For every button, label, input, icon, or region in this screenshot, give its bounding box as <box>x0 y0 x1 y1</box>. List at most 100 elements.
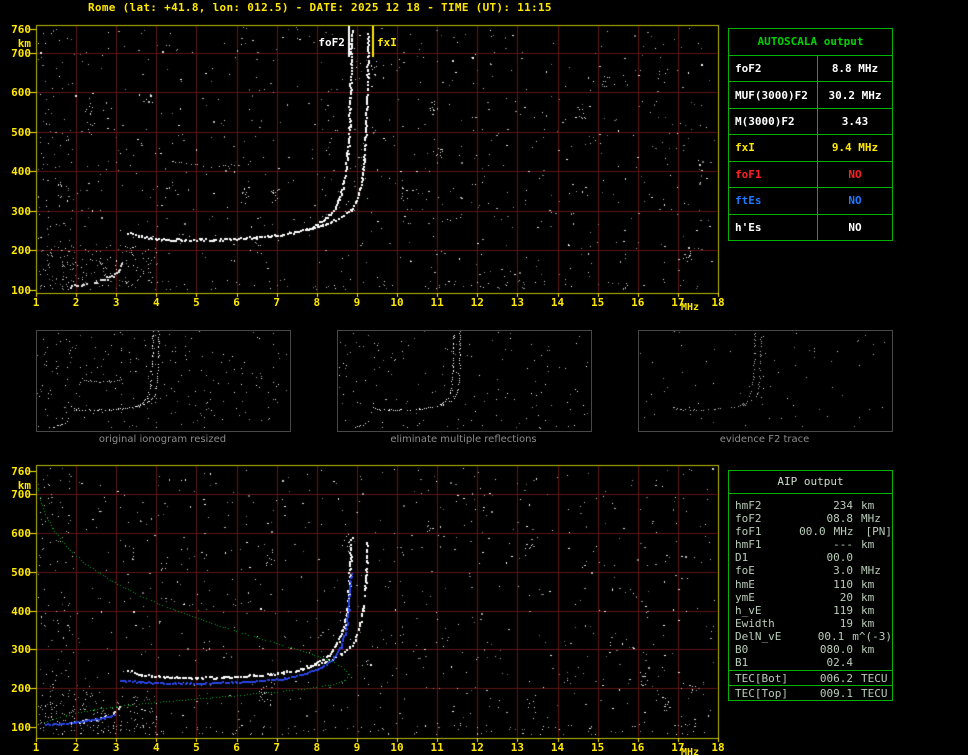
x-tick-label: 11 <box>430 741 444 754</box>
aip-row-hve: h_vE 119 km <box>735 604 892 617</box>
autoscala-row-fxi: fxI 9.4 MHz <box>729 135 892 162</box>
x-tick-label: 16 <box>631 741 645 754</box>
aip-tec-unit: TECU <box>861 686 888 700</box>
x-tick-label: 10 <box>390 296 404 309</box>
aip-tec-unit: TECU <box>861 671 888 685</box>
aip-row-unit: km <box>861 643 875 657</box>
annotation-fxi-label: fxI <box>376 36 397 49</box>
aip-tec-row-1: TEC[Top] 009.1 TECU <box>729 685 892 700</box>
aip-row-fof1: foF1 00.0 MHz [PN] <box>735 525 892 538</box>
autoscala-row-label: ftEs <box>729 188 818 214</box>
aip-row-hmf2: hmF2 234 km <box>735 499 892 512</box>
aip-output-table: AIP output hmF2 234 km foF2 08.8 MHz foF1 00.0 M… <box>728 470 893 701</box>
autoscala-row-label: foF2 <box>729 56 818 82</box>
aip-row-yme: ymE 20 km <box>735 591 892 604</box>
aip-row-label: hmF1 <box>735 538 762 552</box>
aip-row-d1: D1 00.0 <box>735 551 892 564</box>
aip-row-ewidth: Ewidth 19 km <box>735 617 892 630</box>
autoscala-row-fof1: foF1 NO <box>729 161 892 189</box>
aip-row-unit: km <box>861 616 875 630</box>
y-axis-unit-label: km <box>17 37 31 50</box>
x-tick-label: 16 <box>631 296 645 309</box>
aip-row-label: hmE <box>735 577 755 591</box>
aip-table-tec-rows: TEC[Bot] 006.2 TECU TEC[Top] 009.1 TECU <box>729 670 892 700</box>
aip-row-b1: B1 02.4 <box>735 656 892 669</box>
aip-row-label: B0 <box>735 643 749 657</box>
autoscala-row-value: 9.4 MHz <box>831 141 879 155</box>
aip-row-value: 080.0 <box>819 643 853 657</box>
x-tick-label: 12 <box>470 296 484 309</box>
aip-tec-label: TEC[Top] <box>735 686 788 700</box>
autoscala-output-table: AUTOSCALA output foF2 8.8 MHz MUF(3000)F2 3… <box>728 28 893 241</box>
aip-row-value: 00.0 <box>826 551 854 565</box>
aip-row-value: 00.0 <box>799 525 826 539</box>
page-title: Rome (lat: +41.8, lon: 012.5) - DATE: 20… <box>88 1 552 14</box>
aip-row-label: foE <box>735 564 755 578</box>
x-tick-label: 5 <box>193 296 200 309</box>
autoscala-row-label: foF1 <box>729 161 818 188</box>
autoscala-screen: Rome (lat: +41.8, lon: 012.5) - DATE: 20… <box>0 0 968 755</box>
x-tick-label: 4 <box>153 741 160 754</box>
aip-table-title: AIP output <box>729 471 892 494</box>
x-tick-label: 7 <box>273 296 281 309</box>
aip-row-value: 234 <box>833 499 853 512</box>
aip-tec-row-0: TEC[Bot] 006.2 TECU <box>729 670 892 685</box>
aip-row-value: 3.0 <box>833 564 853 578</box>
x-tick-label: 1 <box>32 296 40 309</box>
thumbnail-caption: eliminate multiple reflections <box>390 434 537 445</box>
aip-tec-label: TEC[Bot] <box>735 671 788 685</box>
y-tick-label: 600 <box>11 86 31 100</box>
x-tick-label: 14 <box>550 296 565 309</box>
aip-row-label: h_vE <box>735 603 762 617</box>
aip-row-value: 110 <box>833 577 853 591</box>
autoscala-row-value: NO <box>848 220 862 234</box>
autoscala-row-ftes: ftEs NO <box>729 188 892 215</box>
autoscala-row-muf3000f2: MUF(3000)F2 30.2 MHz <box>729 82 892 109</box>
aip-row-value: 19 <box>839 616 853 630</box>
x-tick-label: 1 <box>32 741 40 754</box>
aip-row-hmf1: hmF1 --- km <box>735 538 892 551</box>
x-tick-label: 13 <box>510 296 525 309</box>
x-tick-label: 15 <box>591 296 605 309</box>
autoscala-table-rows: foF2 8.8 MHz MUF(3000)F2 30.2 MHz M(3000)F2 3… <box>729 56 892 240</box>
aip-row-unit: km <box>861 577 875 591</box>
autoscala-row-m3000f2: M(3000)F2 3.43 <box>729 108 892 136</box>
y-tick-label: 100 <box>11 721 31 734</box>
aip-row-label: Ewidth <box>735 616 775 630</box>
x-tick-label: 12 <box>470 741 484 754</box>
aip-tec-value: 006.2 <box>819 671 853 685</box>
autoscala-row-value: NO <box>848 194 862 208</box>
autoscala-table-title: AUTOSCALA output <box>729 29 892 56</box>
aip-row-label: B1 <box>735 656 749 670</box>
x-tick-label: 8 <box>313 296 321 309</box>
x-tick-label: 7 <box>273 741 281 754</box>
aip-row-unit: m^(-3) <box>852 629 892 643</box>
x-tick-label: 14 <box>550 741 565 754</box>
autoscala-row-label: h'Es <box>729 214 818 240</box>
y-tick-label: 760 <box>11 23 31 36</box>
aip-row-unit: MHz <box>833 525 854 539</box>
x-tick-label: 9 <box>353 296 361 309</box>
aip-row-label: D1 <box>735 551 749 565</box>
aip-row-label: hmF2 <box>735 499 762 512</box>
annotation-fof2-label: foF2 <box>318 36 345 49</box>
aip-row-delnve: DelN_vE 00.1 m^(-3) <box>735 630 892 643</box>
x-tick-label: 15 <box>591 741 605 754</box>
y-tick-label: 400 <box>11 165 31 179</box>
aip-row-b0: B0 080.0 km <box>735 643 892 656</box>
x-tick-label: 6 <box>233 741 240 754</box>
aip-row-value: 02.4 <box>826 656 854 670</box>
x-tick-label: 11 <box>430 296 444 309</box>
x-axis-unit-label: MHz <box>681 747 700 755</box>
x-tick-label: 8 <box>313 741 321 754</box>
aip-row-hme: hmE 110 km <box>735 578 892 591</box>
autoscala-row-value: 3.43 <box>841 115 869 129</box>
aip-row-value: 00.1 <box>817 629 845 643</box>
aip-row-label: DelN_vE <box>735 629 782 643</box>
y-tick-label: 200 <box>11 244 31 258</box>
x-tick-label: 6 <box>233 296 240 309</box>
thumbnail-eliminate-multiple-reflections <box>337 330 592 432</box>
autoscala-row-value: 8.8 MHz <box>831 62 879 76</box>
x-tick-label: 18 <box>711 296 725 309</box>
autoscala-row-hes: h'Es NO <box>729 214 892 240</box>
